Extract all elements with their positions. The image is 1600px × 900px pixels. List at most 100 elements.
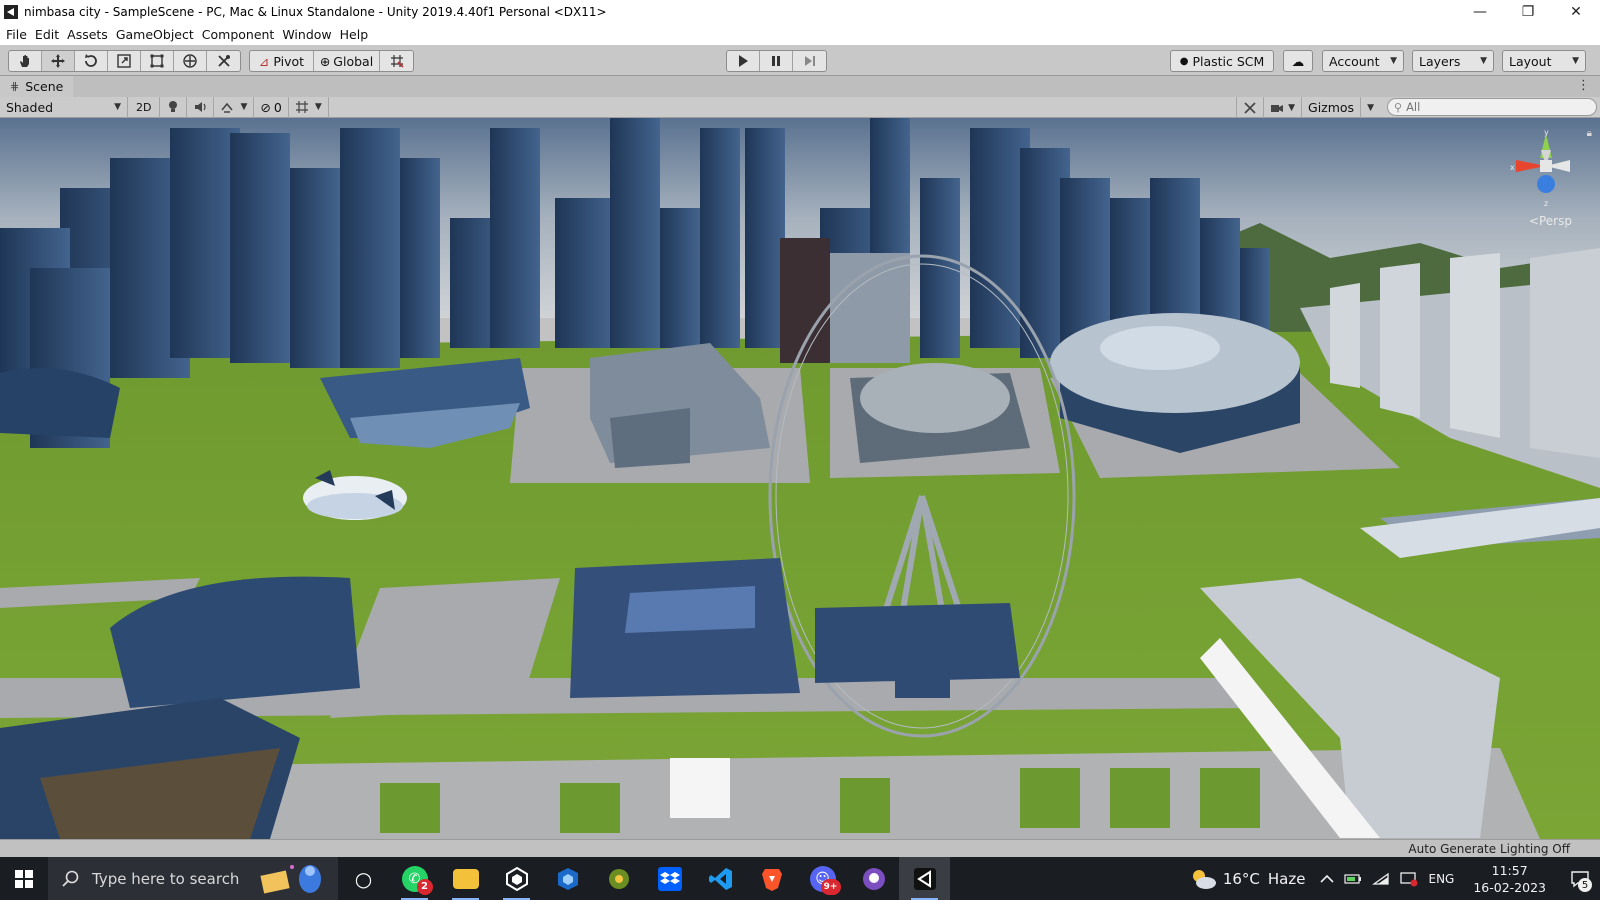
- gizmo-x-label: x: [1510, 163, 1515, 172]
- global-label: Global: [333, 53, 374, 69]
- scene-visibility-toggle[interactable]: ⊘ 0: [254, 96, 289, 118]
- menu-edit[interactable]: Edit: [35, 27, 65, 42]
- chevron-down-icon: ▼: [1390, 56, 1397, 66]
- scene-toolbar: Shaded ▼ 2D ▼ ⊘ 0 ▼ ▼ Gizmos ▼ ⚲ All: [0, 96, 1600, 118]
- layout-dropdown[interactable]: Layout ▼: [1502, 50, 1586, 72]
- audio-toggle-icon[interactable]: [187, 96, 215, 118]
- effects-dropdown-icon[interactable]: ▼: [214, 96, 255, 118]
- taskbar-unity-hub[interactable]: [491, 857, 542, 900]
- chevron-up-icon[interactable]: [1315, 857, 1339, 900]
- weather-temp: 16°C: [1222, 869, 1260, 888]
- window-title: nimbasa city - SampleScene - PC, Mac & L…: [24, 5, 607, 19]
- mode-2d-label: 2D: [136, 100, 152, 114]
- projection-label[interactable]: <Persp: [1529, 214, 1572, 228]
- menu-window[interactable]: Window: [282, 27, 337, 42]
- taskbar-git-tool[interactable]: [593, 857, 644, 900]
- start-button[interactable]: [0, 857, 48, 900]
- account-dropdown[interactable]: Account ▼: [1322, 50, 1404, 72]
- custom-tool-icon[interactable]: [207, 51, 240, 71]
- taskbar-virtualbox[interactable]: [542, 857, 593, 900]
- taskbar-vscode[interactable]: [695, 857, 746, 900]
- gizmos-button[interactable]: Gizmos: [1302, 97, 1362, 118]
- lighting-toggle-icon[interactable]: [160, 96, 188, 118]
- taskbar-discord[interactable]: ☺ 9+: [797, 857, 848, 900]
- wifi-icon[interactable]: [1367, 857, 1395, 900]
- layers-dropdown[interactable]: Layers ▼: [1412, 50, 1494, 72]
- rect-tool-icon[interactable]: [141, 51, 174, 71]
- taskbar-search[interactable]: Type here to search: [48, 857, 338, 900]
- restore-button[interactable]: ❐: [1504, 0, 1552, 24]
- clock[interactable]: 11:57 16-02-2023: [1459, 857, 1560, 900]
- lock-icon[interactable]: 🔒︎: [1587, 128, 1592, 139]
- global-toggle[interactable]: ⊕ Global: [314, 51, 380, 71]
- rotate-tool-icon[interactable]: [75, 51, 108, 71]
- more-options-icon[interactable]: ⋮: [1577, 78, 1590, 93]
- lighting-status[interactable]: Auto Generate Lighting Off: [1408, 842, 1570, 856]
- git-tool-icon: [608, 868, 629, 889]
- brave-browser-icon: [761, 868, 782, 891]
- pause-icon[interactable]: [760, 51, 793, 71]
- unity-hub-icon: [505, 866, 528, 891]
- menu-help[interactable]: Help: [340, 27, 375, 42]
- dropbox-icon: [657, 866, 682, 891]
- hand-tool-icon[interactable]: [9, 51, 42, 71]
- battery-icon[interactable]: [1339, 857, 1367, 900]
- transform-tool-icon[interactable]: [174, 51, 207, 71]
- gizmos-dropdown[interactable]: ▼: [1361, 97, 1380, 118]
- clock-date: 16-02-2023: [1473, 879, 1546, 895]
- grid-settings-icon[interactable]: ▼: [289, 96, 329, 118]
- taskbar-brave[interactable]: [746, 857, 797, 900]
- handle-settings: ⊿ Pivot ⊕ Global: [249, 50, 414, 72]
- scene-search-input[interactable]: [1406, 100, 1577, 114]
- mode-2d-toggle[interactable]: 2D: [128, 96, 161, 118]
- shading-mode-label: Shaded: [6, 99, 54, 115]
- account-label: Account: [1329, 53, 1380, 69]
- grid-snap-icon[interactable]: [380, 51, 413, 71]
- search-icon: [62, 870, 79, 887]
- taskbar-dropbox[interactable]: [644, 857, 695, 900]
- pivot-toggle[interactable]: ⊿ Pivot: [250, 51, 314, 71]
- taskbar-github-desktop[interactable]: [848, 857, 899, 900]
- move-tool-icon[interactable]: [42, 51, 75, 71]
- scene-search-field[interactable]: ⚲: [1387, 98, 1597, 116]
- taskbar-file-explorer[interactable]: [440, 857, 491, 900]
- weather-condition: Haze: [1267, 869, 1306, 888]
- taskbar-whatsapp[interactable]: ✆ 2: [389, 857, 440, 900]
- pivot-label: Pivot: [273, 53, 305, 69]
- network-status-icon[interactable]: [1395, 857, 1423, 900]
- clock-time: 11:57: [1491, 862, 1528, 878]
- tab-scene[interactable]: ⋕ Scene: [0, 76, 74, 97]
- plastic-scm-icon: ●: [1179, 55, 1189, 67]
- whatsapp-badge: 2: [416, 878, 433, 895]
- layout-label: Layout: [1509, 53, 1552, 69]
- notification-center-button[interactable]: 5: [1560, 857, 1600, 900]
- minimize-button[interactable]: —: [1456, 0, 1504, 24]
- main-toolbar: ⊿ Pivot ⊕ Global ● Plastic SCM ☁ Account…: [0, 45, 1600, 76]
- scale-tool-icon[interactable]: [108, 51, 141, 71]
- scene-viewport[interactable]: y x z 🔒︎ <Persp: [0, 118, 1600, 839]
- taskbar-unity-editor[interactable]: [899, 857, 950, 900]
- menu-assets[interactable]: Assets: [67, 27, 114, 42]
- hidden-eye-icon: ⊘: [260, 99, 271, 115]
- chevron-down-icon: ▼: [1367, 102, 1374, 113]
- menu-file[interactable]: File: [6, 27, 33, 42]
- chevron-down-icon: ▼: [1480, 56, 1487, 66]
- shading-mode-dropdown[interactable]: Shaded ▼: [0, 96, 128, 118]
- step-icon[interactable]: [793, 51, 826, 71]
- menu-component[interactable]: Component: [202, 27, 281, 42]
- gizmos-label: Gizmos: [1308, 100, 1355, 115]
- pivot-icon: ⊿: [258, 53, 270, 69]
- plastic-scm-button[interactable]: ● Plastic SCM: [1170, 50, 1274, 72]
- unity-logo-icon: [4, 5, 18, 19]
- close-button[interactable]: ✕: [1552, 0, 1600, 24]
- tools-icon[interactable]: [1236, 97, 1265, 118]
- language-indicator[interactable]: ENG: [1423, 857, 1459, 900]
- taskbar-search-placeholder: Type here to search: [92, 869, 240, 888]
- camera-settings-icon[interactable]: ▼: [1264, 97, 1303, 118]
- search-icon: ⚲: [1394, 100, 1403, 114]
- menu-gameobject[interactable]: GameObject: [116, 27, 200, 42]
- cloud-button[interactable]: ☁: [1283, 50, 1313, 72]
- weather-widget[interactable]: 16°C Haze: [1184, 857, 1316, 900]
- taskbar-cortana[interactable]: ○: [338, 857, 389, 900]
- play-icon[interactable]: [727, 51, 760, 71]
